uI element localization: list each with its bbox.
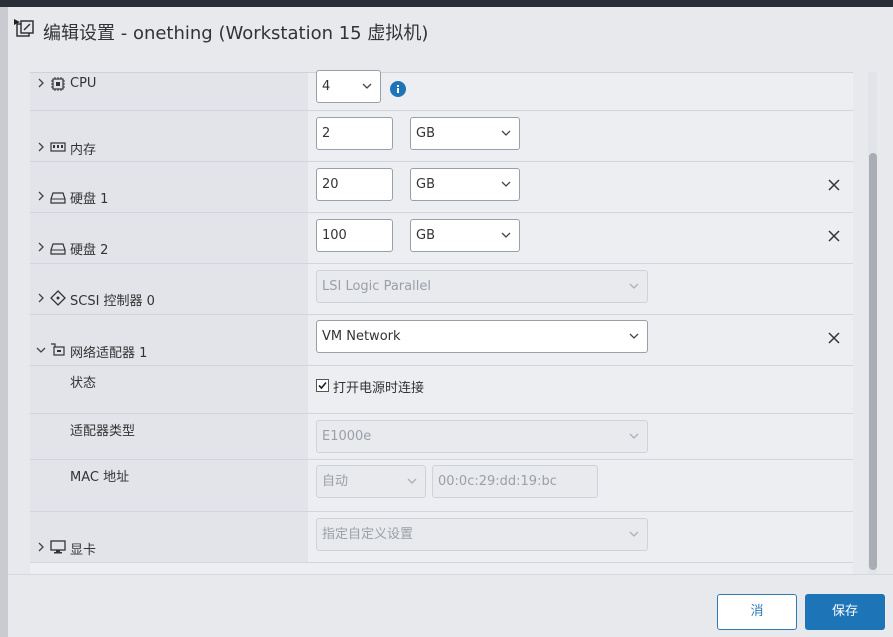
monitor-icon xyxy=(50,540,66,554)
chevron-down-icon xyxy=(407,478,417,484)
scsi-type-select[interactable]: LSI Logic Parallel xyxy=(316,270,648,303)
chevron-down-icon xyxy=(362,83,372,89)
chevron-down-icon[interactable] xyxy=(36,345,46,355)
row-mac-address: MAC 地址 自动 00:0c:29:dd:19:bc xyxy=(30,460,853,512)
chevron-down-icon xyxy=(501,130,511,136)
vm-edit-icon xyxy=(14,19,34,37)
disk-1-unit-value: GB xyxy=(416,177,435,192)
info-icon[interactable] xyxy=(390,81,406,97)
row-label-adapter-type: 适配器类型 xyxy=(70,424,136,439)
chevron-right-icon[interactable] xyxy=(36,542,46,552)
row-label-display: 显卡 xyxy=(70,543,97,558)
chevron-right-icon[interactable] xyxy=(36,293,46,303)
remove-network-adapter-icon[interactable] xyxy=(828,332,840,344)
cpu-icon xyxy=(51,77,65,91)
disk-2-unit-value: GB xyxy=(416,228,435,243)
disk-icon xyxy=(50,192,66,204)
disk-1-size-input[interactable]: 20 xyxy=(316,168,393,201)
row-label-network-adapter: 网络适配器 1 xyxy=(70,346,148,361)
mac-mode-value: 自动 xyxy=(322,474,349,489)
network-adapter-icon xyxy=(51,343,65,356)
cpu-count-select[interactable]: 4 xyxy=(316,70,381,103)
row-label-memory: 内存 xyxy=(70,143,97,158)
network-value: VM Network xyxy=(322,329,401,344)
scsi-icon xyxy=(50,290,66,306)
footer-divider xyxy=(8,574,893,575)
host-left-edge xyxy=(0,7,8,637)
row-display: 显卡 指定自定义设置 xyxy=(30,512,853,563)
memory-icon xyxy=(50,142,66,152)
connect-at-power-on-checkbox[interactable] xyxy=(316,379,329,392)
mac-address-input[interactable]: 00:0c:29:dd:19:bc xyxy=(432,465,598,498)
cancel-button[interactable]: 消 xyxy=(717,594,797,630)
disk-1-unit-select[interactable]: GB xyxy=(410,168,520,201)
row-label-status: 状态 xyxy=(70,376,97,391)
disk-2-size-input[interactable]: 100 xyxy=(316,219,393,252)
row-disk-1: 硬盘 1 20 GB xyxy=(30,162,853,213)
row-label-mac: MAC 地址 xyxy=(70,470,130,485)
chevron-down-icon xyxy=(501,181,511,187)
disk-2-unit-select[interactable]: GB xyxy=(410,219,520,252)
connect-at-power-on-label[interactable]: 打开电源时连接 xyxy=(333,377,424,396)
row-label-disk-2: 硬盘 2 xyxy=(70,243,109,258)
remove-disk-2-icon[interactable] xyxy=(828,230,840,242)
row-disk-2: 硬盘 2 100 GB xyxy=(30,213,853,264)
chevron-right-icon[interactable] xyxy=(36,242,46,252)
dialog-title: 编辑设置 - onething (Workstation 15 虚拟机) xyxy=(43,23,429,44)
display-value: 指定自定义设置 xyxy=(322,527,414,542)
chevron-down-icon xyxy=(629,283,639,289)
adapter-type-select[interactable]: E1000e xyxy=(316,420,648,453)
disk-icon xyxy=(50,243,66,255)
mac-mode-select[interactable]: 自动 xyxy=(316,465,426,498)
memory-unit-value: GB xyxy=(416,126,435,141)
host-top-strip xyxy=(0,0,893,7)
chevron-right-icon[interactable] xyxy=(36,191,46,201)
chevron-down-icon xyxy=(629,333,639,339)
display-select[interactable]: 指定自定义设置 xyxy=(316,518,648,551)
chevron-right-icon[interactable] xyxy=(36,142,46,152)
row-adapter-type: 适配器类型 E1000e xyxy=(30,414,853,460)
row-cpu: CPU 4 xyxy=(30,70,853,111)
scsi-type-value: LSI Logic Parallel xyxy=(322,279,431,294)
row-label-scsi: SCSI 控制器 0 xyxy=(70,294,155,309)
adapter-type-value: E1000e xyxy=(322,429,372,444)
network-select[interactable]: VM Network xyxy=(316,320,648,353)
chevron-down-icon xyxy=(501,232,511,238)
row-label-disk-1: 硬盘 1 xyxy=(70,192,109,207)
chevron-down-icon xyxy=(629,433,639,439)
scrollbar-thumb[interactable] xyxy=(869,153,877,570)
remove-disk-1-icon[interactable] xyxy=(828,179,840,191)
save-button[interactable]: 保存 xyxy=(805,594,885,630)
row-scsi-controller: SCSI 控制器 0 LSI Logic Parallel xyxy=(30,264,853,315)
chevron-down-icon xyxy=(629,531,639,537)
cpu-count-value: 4 xyxy=(322,79,331,94)
row-network-status: 状态 打开电源时连接 xyxy=(30,366,853,414)
row-network-adapter: 网络适配器 1 VM Network xyxy=(30,315,853,366)
memory-size-input[interactable]: 2 xyxy=(316,117,393,150)
checkmark-icon xyxy=(318,381,327,390)
memory-unit-select[interactable]: GB xyxy=(410,117,520,150)
row-memory: 内存 2 GB xyxy=(30,111,853,162)
settings-panel: CPU 4 内存 2 GB 硬盘 1 20 GB 硬盘 2 100 GB SCS… xyxy=(30,70,853,574)
chevron-right-icon[interactable] xyxy=(36,78,46,88)
row-label-cpu: CPU xyxy=(70,76,97,91)
